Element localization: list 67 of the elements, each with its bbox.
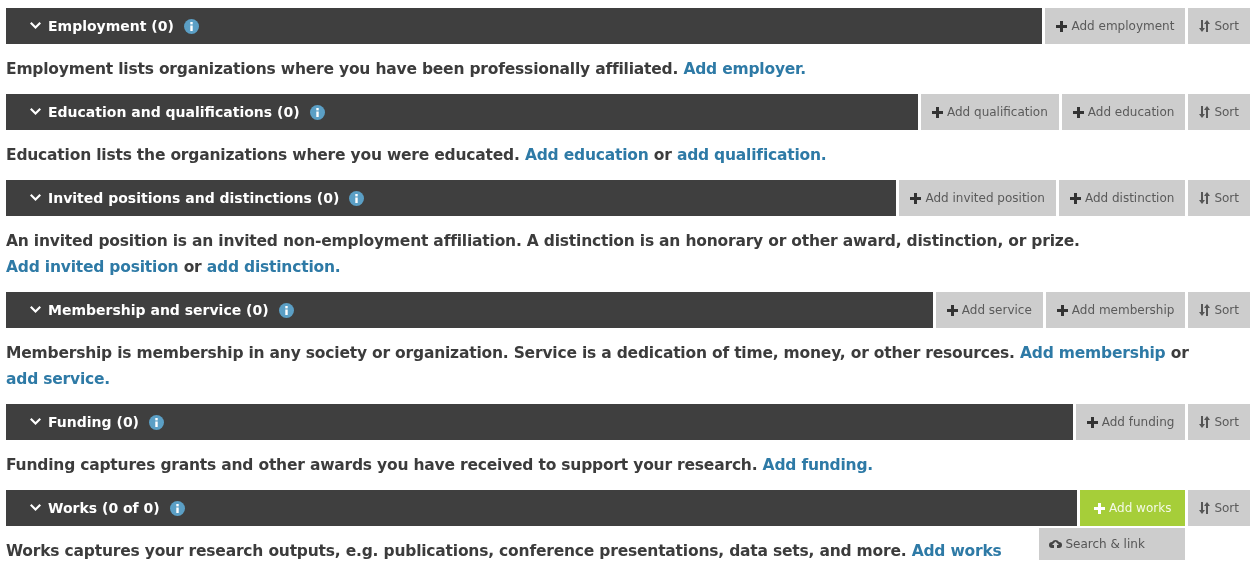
add-button[interactable]: Add service [935, 292, 1043, 328]
section-header[interactable]: Education and qualifications (0) [6, 94, 918, 130]
link[interactable]: Add membership [1020, 344, 1166, 362]
link[interactable]: Add works [911, 542, 1002, 560]
sort-icon [1199, 304, 1211, 316]
link[interactable]: Add funding. [762, 456, 873, 474]
sort-button[interactable]: Sort [1188, 94, 1250, 130]
plus-icon [1086, 416, 1098, 428]
description-text: Funding captures grants and other awards you have received to support your research. [6, 456, 759, 474]
description-text: Works captures your research outputs, e.g. publications, conference presentations, data sets, and more. [6, 542, 908, 560]
description-text: An invited position is an invited non-employment affiliation. A distinction is an honorary or other award, distinction, or prize. [6, 232, 1080, 250]
section-title: Invited positions and distinctions (0) [48, 190, 340, 206]
link[interactable]: Add employer. [683, 60, 807, 78]
plus-icon [1069, 192, 1081, 204]
sort-button[interactable]: Sort [1188, 490, 1250, 526]
sort-icon [1199, 416, 1211, 428]
add-button[interactable]: Add funding [1075, 404, 1186, 440]
section-title: Works (0 of 0) [48, 500, 160, 516]
help-icon [169, 500, 185, 516]
section-title: Employment (0) [48, 18, 174, 34]
description-text: Employment lists organizations where you have been professionally affiliated. [6, 60, 680, 78]
description-text: Education lists the organizations where you were educated. [6, 146, 521, 164]
plus-icon [1072, 106, 1084, 118]
sort-icon [1199, 106, 1211, 118]
add-button[interactable]: Add distinction [1058, 180, 1186, 216]
description-text: or [182, 258, 203, 276]
add-button[interactable]: Add qualification [921, 94, 1059, 130]
sort-button[interactable]: Sort [1188, 180, 1250, 216]
description-text: or [1169, 344, 1189, 362]
add-button[interactable]: Add membership [1045, 292, 1186, 328]
sort-icon [1199, 502, 1211, 514]
section-header[interactable]: Invited positions and distinctions (0) [6, 180, 897, 216]
section-header[interactable]: Employment (0) [6, 8, 1043, 44]
help-icon [183, 18, 199, 34]
section-title: Membership and service (0) [48, 302, 269, 318]
plus-icon [910, 192, 922, 204]
section-header[interactable]: Membership and service (0) [6, 292, 933, 328]
sort-icon [1199, 192, 1211, 204]
sort-button[interactable]: Sort [1188, 292, 1250, 328]
sort-button[interactable]: Sort [1188, 404, 1250, 440]
section-title: Funding (0) [48, 414, 140, 430]
plus-icon [1056, 20, 1068, 32]
sort-button[interactable]: Sort [1188, 8, 1250, 44]
link[interactable]: add qualification. [676, 146, 827, 164]
help-icon [309, 104, 325, 120]
add-button[interactable]: Add education [1061, 94, 1186, 130]
link[interactable]: Add invited position [6, 258, 179, 276]
plus-icon [932, 106, 943, 118]
description-text: Membership is membership in any society or organization. Service is a dedication of time, money, or other resources. [6, 344, 1016, 362]
plus-icon [1056, 304, 1068, 316]
description-text: or [652, 146, 673, 164]
plus-icon [1094, 502, 1106, 514]
section-title: Education and qualifications (0) [48, 104, 300, 120]
help-icon [278, 302, 294, 318]
add-button[interactable]: Add employment [1045, 8, 1186, 44]
help-icon [349, 190, 365, 206]
link[interactable]: add service. [6, 370, 111, 388]
help-icon [149, 414, 165, 430]
section-header[interactable]: Funding (0) [6, 404, 1073, 440]
link[interactable]: Add education [524, 146, 649, 164]
section-header[interactable]: Works (0 of 0) [6, 490, 1078, 526]
sort-icon [1199, 20, 1211, 32]
link[interactable]: add distinction. [206, 258, 341, 276]
add-button[interactable]: Add invited position [899, 180, 1056, 216]
menu-item[interactable]: Search & link [1039, 528, 1186, 560]
plus-icon [946, 304, 958, 316]
cloud-upload-icon [1049, 538, 1063, 550]
